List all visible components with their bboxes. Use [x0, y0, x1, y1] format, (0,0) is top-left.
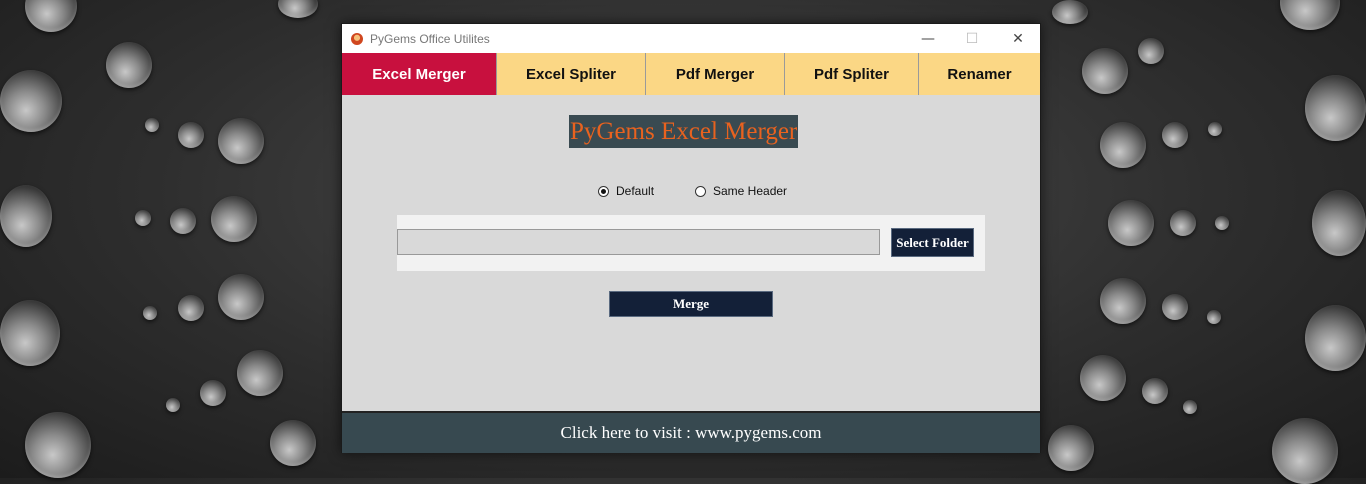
minimize-button[interactable]: — [905, 24, 951, 53]
window-title: PyGems Office Utilites [370, 31, 490, 46]
radio-same-header[interactable] [695, 185, 706, 197]
tab-pdf-spliter[interactable]: Pdf Spliter [785, 53, 919, 95]
tab-excel-spliter[interactable]: Excel Spliter [497, 53, 646, 95]
tab-bar: Excel Merger Excel Spliter Pdf Merger Pd… [342, 53, 1040, 95]
radio-same-header-label: Same Header [713, 184, 788, 198]
folder-panel: Select Folder [397, 215, 985, 271]
app-window: PyGems Office Utilites — ☐ ✕ Excel Merge… [341, 23, 1041, 453]
merge-button[interactable]: Merge [609, 291, 773, 317]
title-bar[interactable]: PyGems Office Utilites — ☐ ✕ [342, 24, 1040, 53]
select-folder-button[interactable]: Select Folder [891, 228, 974, 257]
tab-excel-merger[interactable]: Excel Merger [342, 53, 497, 95]
app-logo-icon [351, 32, 363, 45]
radio-option-default[interactable]: Default [598, 184, 654, 198]
website-link[interactable]: Click here to visit : www.pygems.com [342, 411, 1040, 453]
tab-renamer[interactable]: Renamer [919, 53, 1040, 95]
page-title: PyGems Excel Merger [569, 115, 799, 148]
tab-pdf-merger[interactable]: Pdf Merger [646, 53, 785, 95]
folder-path-field[interactable] [397, 229, 880, 255]
close-button[interactable]: ✕ [995, 24, 1041, 53]
radio-default[interactable] [598, 185, 609, 197]
radio-option-same-header[interactable]: Same Header [695, 184, 787, 198]
maximize-button[interactable]: ☐ [949, 24, 995, 53]
radio-default-label: Default [616, 184, 655, 198]
